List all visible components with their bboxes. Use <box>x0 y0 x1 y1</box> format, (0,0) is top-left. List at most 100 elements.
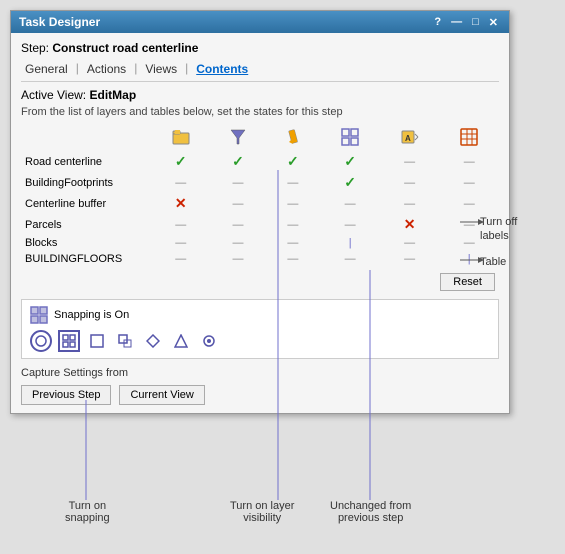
cell-labels: — <box>380 151 440 172</box>
dash-icon: — <box>287 219 298 231</box>
table-row: Blocks — — — | — — <box>21 235 499 251</box>
dash-icon: — <box>404 177 415 189</box>
col-table-header[interactable] <box>439 126 499 151</box>
labels-icon: A <box>401 128 419 146</box>
previous-step-button[interactable]: Previous Step <box>21 385 111 405</box>
cell-selectable: ✓ <box>211 151 266 172</box>
table-row: Centerline buffer ✕ — — — — — <box>21 193 499 214</box>
tab-contents[interactable]: Contents <box>192 61 252 77</box>
cell-visible: — <box>151 251 211 267</box>
cross-icon: ✕ <box>175 195 187 211</box>
layer-table-wrapper: A <box>21 126 499 293</box>
cell-selectable: — <box>211 172 266 193</box>
snapping-header-icon <box>30 306 48 324</box>
close-button[interactable]: ✕ <box>486 16 501 29</box>
col-visible-header[interactable] <box>151 126 211 151</box>
capture-label: Capture Settings from <box>21 367 499 379</box>
current-view-button[interactable]: Current View <box>119 385 204 405</box>
editable-icon <box>285 128 301 146</box>
annotation-snapping: Turn onsnapping <box>65 500 110 524</box>
col-editable-header[interactable] <box>265 126 320 151</box>
dash-icon: — <box>287 177 298 189</box>
dash-icon: — <box>232 177 243 189</box>
col-snapping-header[interactable] <box>320 126 380 151</box>
cell-snapping: — <box>320 193 380 214</box>
dash-icon: — <box>287 198 298 210</box>
snap-point-icon[interactable] <box>30 330 52 352</box>
cell-labels: — <box>380 172 440 193</box>
cell-snapping: ✓ <box>320 172 380 193</box>
dash-icon: — <box>404 237 415 249</box>
annotation-turn-off-labels: Turn offlabels <box>480 215 517 244</box>
title-bar-controls: ? — □ ✕ <box>431 16 501 29</box>
dash-icon: — <box>464 219 475 231</box>
annotation-unchanged: Unchanged fromprevious step <box>330 500 411 524</box>
line-marker: | <box>349 237 352 249</box>
annotation-table: Table <box>480 255 506 269</box>
cross-icon: ✕ <box>404 216 416 232</box>
cell-selectable: — <box>211 193 266 214</box>
check-icon: ✓ <box>175 153 187 169</box>
tab-general[interactable]: General <box>21 61 72 77</box>
snapping-section: Snapping is On <box>21 299 499 359</box>
active-view-value: EditMap <box>89 88 136 102</box>
cell-table: — <box>439 172 499 193</box>
dash-icon: — <box>287 253 298 265</box>
step-label: Step: <box>21 41 49 55</box>
table-icon <box>460 128 478 146</box>
layer-name: Parcels <box>21 214 151 235</box>
cell-visible: — <box>151 214 211 235</box>
dash-icon: — <box>404 198 415 210</box>
col-name-header <box>21 126 151 151</box>
cell-labels: ✕ <box>380 214 440 235</box>
dash-icon: — <box>232 253 243 265</box>
dash-icon: — <box>345 198 356 210</box>
capture-buttons: Previous Step Current View <box>21 385 499 405</box>
snap-triangle-icon[interactable] <box>170 330 192 352</box>
snapping-header: Snapping is On <box>30 306 490 324</box>
col-labels-header[interactable]: A <box>380 126 440 151</box>
snap-diamond-icon[interactable] <box>142 330 164 352</box>
layer-name: BuildingFootprints <box>21 172 151 193</box>
active-view-line: Active View: EditMap <box>21 88 499 102</box>
visible-icon <box>172 128 190 146</box>
dash-icon: — <box>232 237 243 249</box>
tab-views[interactable]: Views <box>141 61 181 77</box>
check-icon: ✓ <box>232 153 244 169</box>
layer-name: Centerline buffer <box>21 193 151 214</box>
snap-corner-icon[interactable] <box>114 330 136 352</box>
snapping-label: Snapping is On <box>54 309 129 321</box>
layer-table: A <box>21 126 499 293</box>
cell-visible: — <box>151 172 211 193</box>
help-button[interactable]: ? <box>431 16 444 29</box>
snapping-icon <box>341 128 359 146</box>
col-selectable-header[interactable] <box>211 126 266 151</box>
dash-icon: — <box>232 219 243 231</box>
maximize-button[interactable]: □ <box>469 16 482 29</box>
check-icon: ✓ <box>287 153 299 169</box>
step-value: Construct road centerline <box>52 41 198 55</box>
cell-selectable: — <box>211 235 266 251</box>
cell-editable: — <box>265 235 320 251</box>
dash-icon: — <box>464 177 475 189</box>
cell-table: — <box>439 151 499 172</box>
table-row: Parcels — — — — ✕ — <box>21 214 499 235</box>
cell-selectable: — <box>211 251 266 267</box>
cell-editable: — <box>265 193 320 214</box>
cell-visible: ✓ <box>151 151 211 172</box>
dash-icon: — <box>287 237 298 249</box>
svg-text:A: A <box>405 134 411 143</box>
cell-snapping: ✓ <box>320 151 380 172</box>
snap-square-icon[interactable] <box>86 330 108 352</box>
reset-button[interactable]: Reset <box>440 273 495 291</box>
tab-actions[interactable]: Actions <box>83 61 130 77</box>
check-icon: ✓ <box>344 174 356 190</box>
minimize-button[interactable]: — <box>448 16 465 29</box>
snap-ring-icon[interactable] <box>198 330 220 352</box>
task-designer-window: Task Designer ? — □ ✕ Step: Construct ro… <box>10 10 510 414</box>
snap-grid-icon[interactable] <box>58 330 80 352</box>
annotation-visibility: Turn on layervisibility <box>230 500 294 524</box>
layer-name: Road centerline <box>21 151 151 172</box>
reset-row: Reset <box>21 267 499 293</box>
cell-snapping: — <box>320 214 380 235</box>
